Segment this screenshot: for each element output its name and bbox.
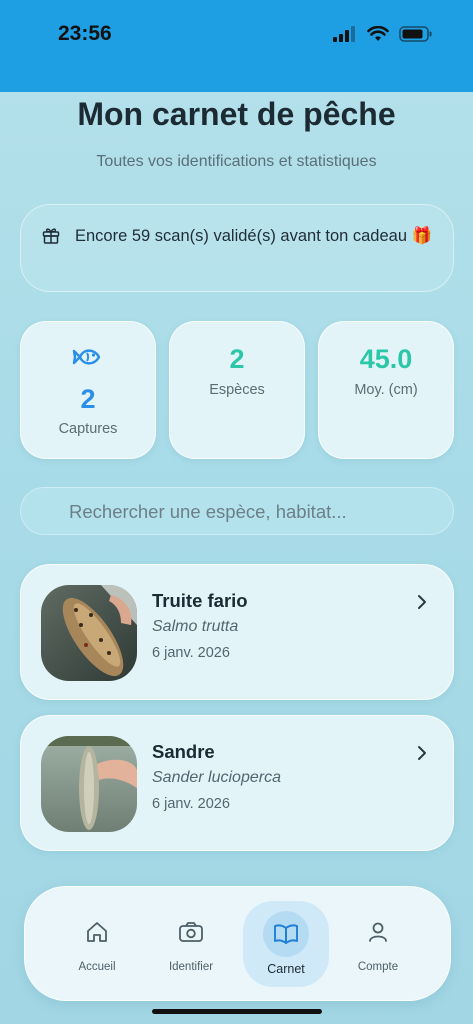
camera-icon — [179, 922, 203, 942]
chevron-right-icon — [418, 746, 426, 760]
catch-date: 6 janv. 2026 — [152, 645, 230, 661]
nav-item-accueil[interactable]: Accueil — [52, 887, 142, 1000]
catch-photo — [41, 736, 137, 832]
search-placeholder: Rechercher une espèce, habitat... — [69, 501, 347, 522]
catch-photo — [41, 585, 137, 681]
nav-label: Carnet — [267, 962, 305, 976]
nav-item-compte[interactable]: Compte — [333, 887, 423, 1000]
stat-label: Moy. (cm) — [354, 382, 418, 398]
status-time: 23:56 — [58, 22, 112, 45]
stat-value: 45.0 — [359, 344, 413, 374]
wifi-icon — [367, 26, 389, 41]
bottom-nav: Accueil Identifier Carnet Compte — [24, 886, 451, 1001]
stat-value: 2 — [229, 344, 245, 374]
catch-latin-name: Sander lucioperca — [152, 769, 281, 786]
stat-card-average: 45.0 Moy. (cm) — [318, 321, 454, 459]
chevron-right-icon — [418, 595, 426, 609]
catch-date: 6 janv. 2026 — [152, 796, 230, 812]
catch-card-sandre[interactable]: Sandre Sander lucioperca 6 janv. 2026 — [20, 715, 454, 851]
home-indicator — [152, 1009, 322, 1014]
gift-promo-banner[interactable]: Encore 59 scan(s) validé(s) avant ton ca… — [20, 204, 454, 292]
home-icon — [87, 922, 107, 942]
promo-text: Encore 59 scan(s) validé(s) avant ton ca… — [75, 227, 433, 245]
search-input[interactable]: Rechercher une espèce, habitat... — [20, 487, 454, 535]
status-icons — [333, 26, 433, 42]
catch-name: Truite fario — [152, 590, 248, 611]
catch-name: Sandre — [152, 741, 215, 762]
nav-label: Compte — [357, 961, 399, 973]
book-icon — [274, 924, 298, 944]
nav-item-carnet[interactable]: Carnet — [241, 887, 331, 1000]
signal-icon — [333, 26, 355, 42]
page-subtitle: Toutes vos identifications et statistiqu… — [96, 153, 377, 170]
battery-icon — [399, 26, 432, 42]
page-title: Mon carnet de pêche — [77, 96, 396, 132]
stat-label: Captures — [58, 421, 118, 437]
catch-card-truite[interactable]: Truite fario Salmo trutta 6 janv. 2026 — [20, 564, 454, 700]
stat-card-captures: 2 Captures — [20, 321, 156, 459]
user-icon — [369, 922, 387, 942]
nav-label: Identifier — [168, 961, 214, 973]
catch-latin-name: Salmo trutta — [152, 618, 239, 635]
stat-value: 2 — [80, 384, 96, 414]
nav-label: Accueil — [78, 961, 116, 973]
stat-card-species: 2 Espèces — [169, 321, 305, 459]
gift-icon — [42, 228, 60, 244]
nav-item-identifier[interactable]: Identifier — [146, 887, 236, 1000]
status-bar: 23:56 — [0, 0, 473, 92]
fish-icon — [72, 349, 101, 365]
stat-label: Espèces — [209, 382, 265, 398]
